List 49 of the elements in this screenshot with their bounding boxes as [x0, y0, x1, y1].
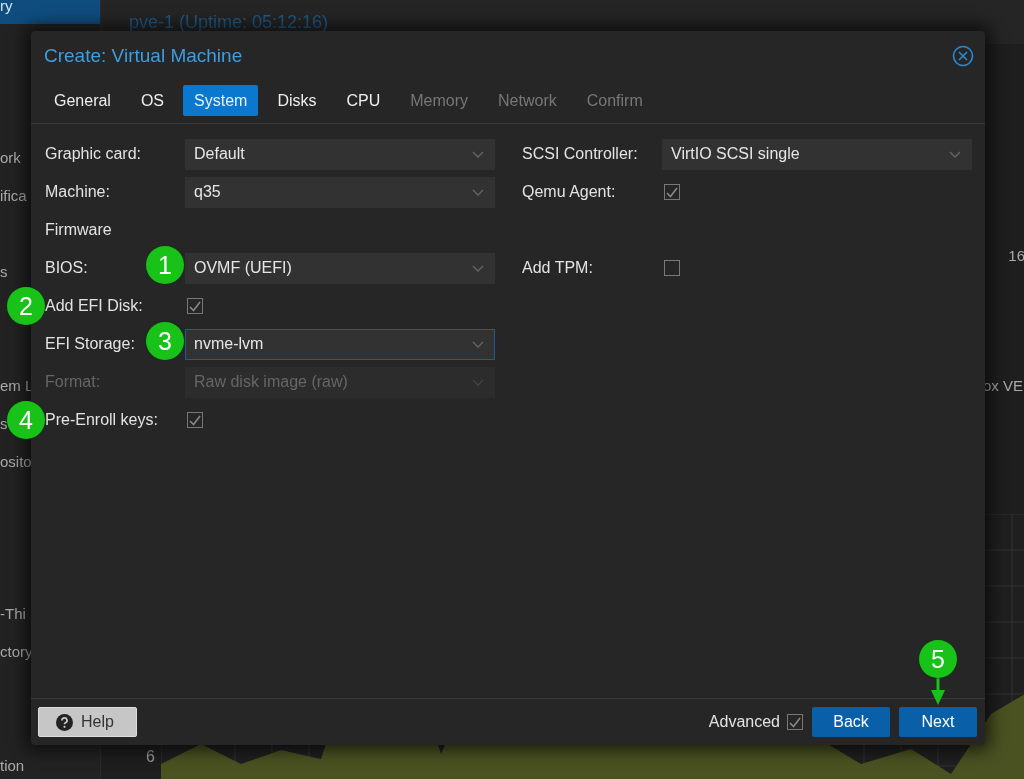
- dropdown-field[interactable]: VirtIO SCSI single: [662, 138, 972, 170]
- checkbox[interactable]: [187, 412, 203, 428]
- field-label: SCSI Controller:: [522, 145, 638, 163]
- help-button[interactable]: Help: [38, 707, 137, 737]
- wizard-button[interactable]: Back: [812, 707, 890, 737]
- field-label: Format:: [45, 373, 101, 391]
- tab[interactable]: Disks: [266, 85, 328, 116]
- step-number-badge: 2: [7, 287, 45, 325]
- chevron-down-icon: [472, 188, 484, 196]
- step-number-badge: 5: [919, 640, 957, 678]
- checkbox[interactable]: [664, 260, 680, 276]
- dropdown-field[interactable]: q35: [185, 176, 495, 208]
- close-icon[interactable]: [952, 45, 974, 67]
- sidebar-item[interactable]: ry: [0, 0, 100, 24]
- arrow-icon: [931, 678, 945, 705]
- field-label: Machine:: [45, 183, 110, 201]
- step-number-badge: 1: [146, 246, 184, 284]
- node-title: pve-1 (Uptime: 05:12:16): [129, 11, 329, 33]
- dropdown-field[interactable]: nvme-lvm: [185, 328, 495, 360]
- field-label: Graphic card:: [45, 145, 142, 163]
- step-number-badge: 3: [146, 322, 184, 360]
- advanced-checkbox[interactable]: [787, 714, 803, 730]
- field-label: Qemu Agent:: [522, 183, 616, 201]
- checkbox[interactable]: [664, 184, 680, 200]
- axis-tick: 6: [146, 748, 156, 766]
- field-label: Add TPM:: [522, 259, 593, 277]
- chevron-down-icon: [472, 150, 484, 158]
- chevron-down-icon: [472, 340, 484, 348]
- section-label: Firmware: [45, 221, 112, 239]
- tab[interactable]: OS: [129, 85, 176, 116]
- chevron-down-icon: [472, 378, 484, 386]
- step-number-badge: 4: [7, 401, 45, 439]
- tab[interactable]: System: [183, 85, 259, 116]
- chevron-down-icon: [472, 264, 484, 272]
- advanced-label: Advanced: [708, 713, 780, 731]
- sidebar-item[interactable]: tion: [0, 746, 100, 779]
- checkbox[interactable]: [187, 298, 203, 314]
- side-text: 16: [1008, 247, 1024, 264]
- field-label: Add EFI Disk:: [45, 297, 143, 315]
- dropdown-field[interactable]: Default: [185, 138, 495, 170]
- dropdown-field[interactable]: OVMF (UEFI): [185, 252, 495, 284]
- field-label: EFI Storage:: [45, 335, 135, 353]
- tab[interactable]: General: [43, 85, 122, 116]
- dialog-title: Create: Virtual Machine: [44, 45, 243, 67]
- field-label: Pre-Enroll keys:: [45, 411, 158, 429]
- question-icon: [56, 713, 73, 731]
- tab[interactable]: CPU: [335, 85, 392, 116]
- field-label: BIOS:: [45, 259, 88, 277]
- chevron-down-icon: [949, 150, 961, 158]
